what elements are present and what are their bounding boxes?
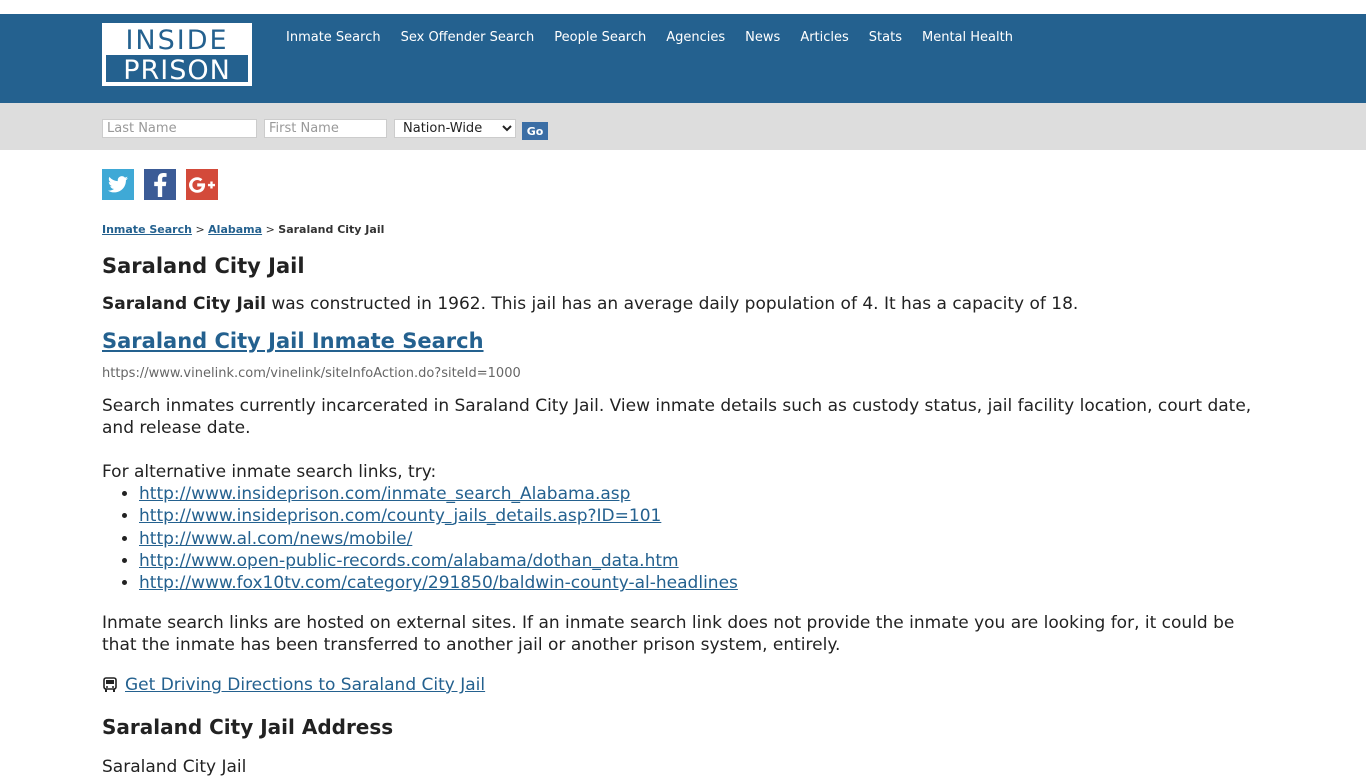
intro-text: Saraland City Jail was constructed in 19… (102, 294, 1078, 314)
address-facility-name: Saraland City Jail (102, 757, 247, 777)
search-description: Search inmates currently incarcerated in… (102, 396, 1252, 438)
social-share (102, 169, 218, 200)
alt-links-list: http://www.insideprison.com/inmate_searc… (102, 483, 738, 594)
nav-inmate-search[interactable]: Inmate Search (286, 30, 381, 46)
breadcrumb-alabama[interactable]: Alabama (208, 223, 262, 236)
nav-people-search[interactable]: People Search (554, 30, 646, 46)
logo-text-bottom: PRISON (123, 55, 231, 86)
alt-link[interactable]: http://www.fox10tv.com/category/291850/b… (139, 573, 738, 593)
search-url: https://www.vinelink.com/vinelink/siteIn… (102, 366, 521, 381)
address-heading: Saraland City Jail Address (102, 715, 394, 739)
disclaimer-text: Inmate search links are hosted on extern… (102, 613, 1235, 655)
nav-stats[interactable]: Stats (869, 30, 902, 46)
scope-select[interactable]: Nation-Wide (394, 119, 516, 138)
bus-icon (103, 677, 117, 692)
alt-link[interactable]: http://www.open-public-records.com/alaba… (139, 551, 679, 571)
top-strip (0, 0, 1366, 14)
first-name-input[interactable] (264, 119, 387, 138)
nav-sex-offender-search[interactable]: Sex Offender Search (401, 30, 535, 46)
google-plus-icon (189, 176, 215, 193)
logo-text-top: INSIDE (106, 27, 248, 55)
page-title: Saraland City Jail (102, 254, 305, 278)
list-item: http://www.al.com/news/mobile/ (139, 528, 738, 550)
alt-link[interactable]: http://www.insideprison.com/county_jails… (139, 506, 661, 526)
facebook-icon (154, 172, 167, 197)
nav-news[interactable]: News (745, 30, 780, 46)
breadcrumb-inmate-search[interactable]: Inmate Search (102, 223, 192, 236)
google-plus-share-button[interactable] (186, 169, 218, 200)
list-item: http://www.open-public-records.com/alaba… (139, 550, 738, 572)
nav-mental-health[interactable]: Mental Health (922, 30, 1013, 46)
breadcrumb: Inmate Search > Alabama > Saraland City … (102, 223, 384, 236)
breadcrumb-current: Saraland City Jail (278, 223, 385, 236)
alt-link[interactable]: http://www.al.com/news/mobile/ (139, 529, 412, 549)
breadcrumb-separator: > (195, 223, 205, 236)
driving-directions-link[interactable]: Get Driving Directions to Saraland City … (125, 675, 485, 695)
go-button[interactable]: Go (522, 122, 548, 140)
list-item: http://www.insideprison.com/county_jails… (139, 505, 738, 527)
nav-agencies[interactable]: Agencies (666, 30, 725, 46)
list-item: http://www.insideprison.com/inmate_searc… (139, 483, 738, 505)
list-item: http://www.fox10tv.com/category/291850/b… (139, 572, 738, 594)
inmate-search-link[interactable]: Saraland City Jail Inmate Search (102, 329, 484, 353)
directions-row: Get Driving Directions to Saraland City … (102, 675, 485, 695)
alt-links-intro: For alternative inmate search links, try… (102, 462, 437, 482)
site-header: INSIDE PRISON Inmate Search Sex Offender… (0, 14, 1366, 103)
nav-articles[interactable]: Articles (800, 30, 848, 46)
twitter-icon (108, 176, 128, 193)
search-bar: Nation-Wide Go (0, 103, 1366, 150)
breadcrumb-separator: > (265, 223, 275, 236)
main-nav: Inmate Search Sex Offender Search People… (286, 30, 1033, 46)
last-name-input[interactable] (102, 119, 257, 138)
alt-link[interactable]: http://www.insideprison.com/inmate_searc… (139, 484, 630, 504)
inside-prison-logo[interactable]: INSIDE PRISON (102, 23, 252, 86)
twitter-share-button[interactable] (102, 169, 134, 200)
facebook-share-button[interactable] (144, 169, 176, 200)
intro-bold: Saraland City Jail (102, 294, 266, 314)
intro-rest: was constructed in 1962. This jail has a… (265, 294, 1079, 314)
